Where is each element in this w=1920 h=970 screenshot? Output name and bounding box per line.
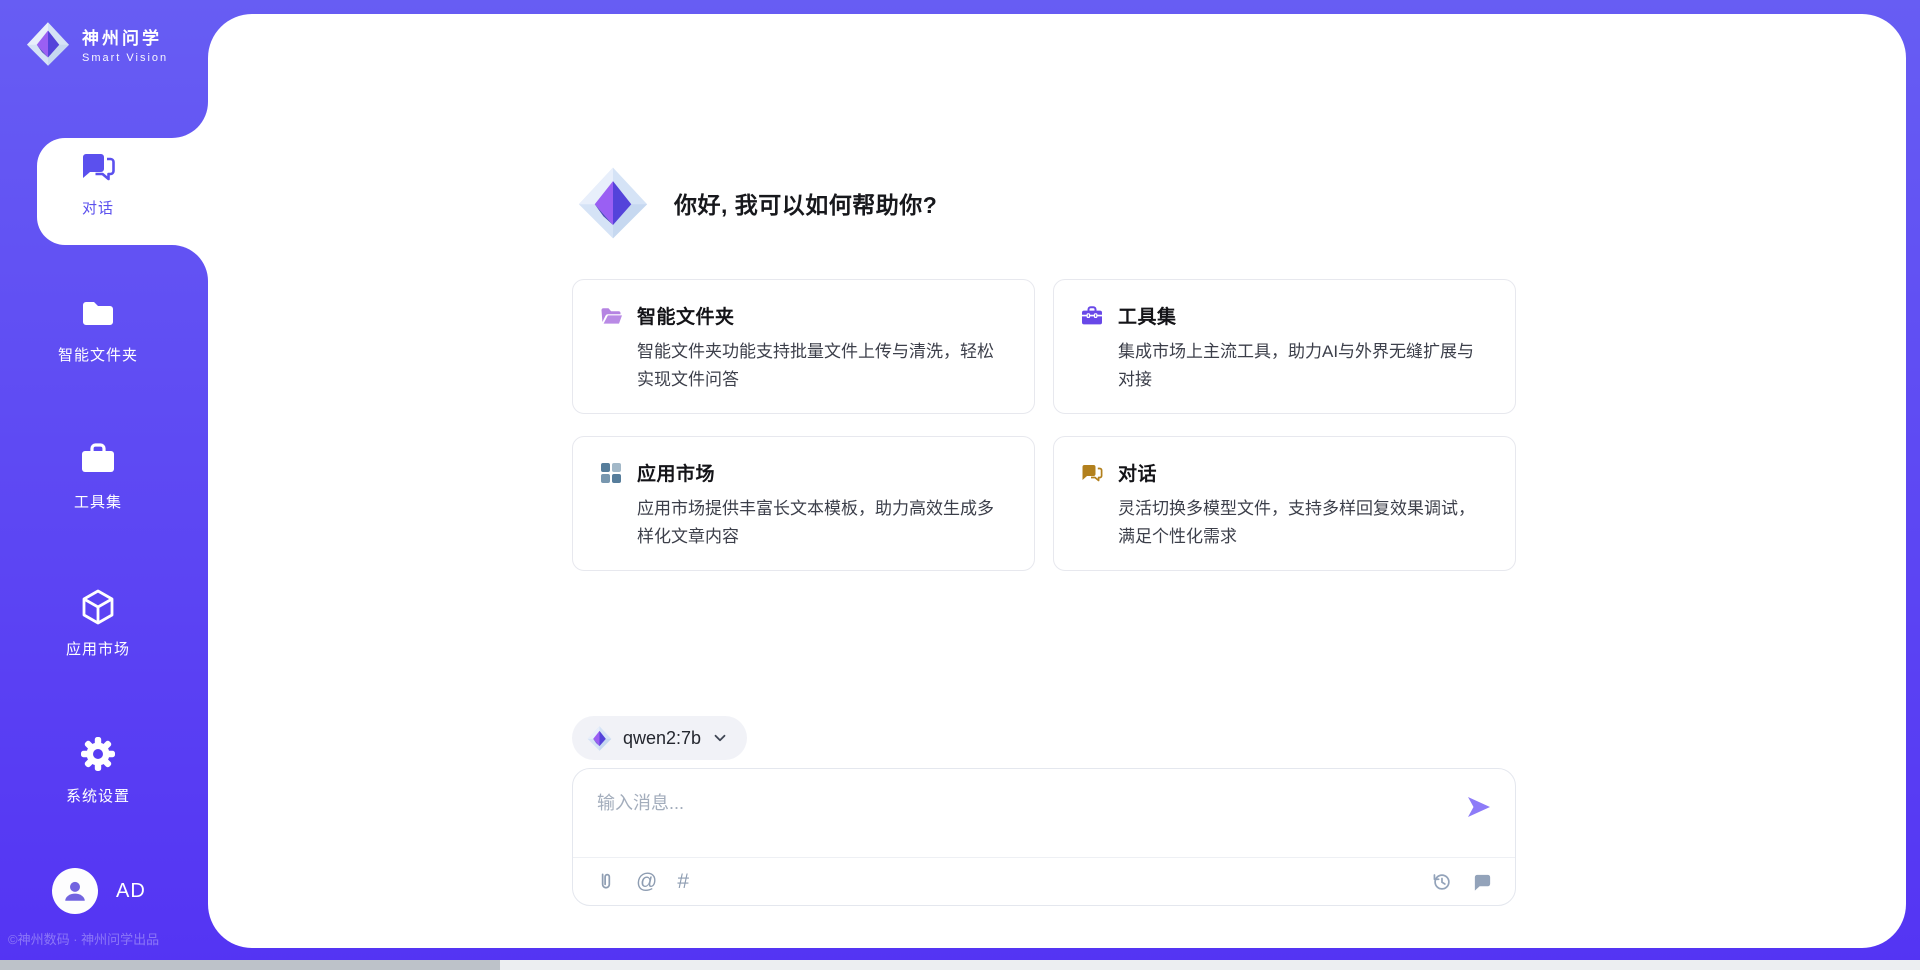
model-selector[interactable]: qwen2:7b [572, 716, 747, 760]
composer-toolbar-left: @ # [595, 871, 689, 892]
feedback-button[interactable] [1472, 871, 1493, 892]
greeting: 你好, 我可以如何帮助你? [574, 164, 937, 242]
card-description: 灵活切换多模型文件，支持多样回复效果调试，满足个性化需求 [1118, 495, 1491, 550]
feature-cards: 智能文件夹 智能文件夹功能支持批量文件上传与清洗，轻松实现文件问答 工具集 集成… [572, 279, 1516, 571]
card-description: 智能文件夹功能支持批量文件上传与清洗，轻松实现文件问答 [637, 338, 1010, 393]
cube-icon [78, 587, 118, 627]
mention-icon: @ [636, 871, 657, 892]
assistant-diamond-icon [574, 164, 652, 242]
brand-subtitle: Smart Vision [82, 52, 168, 64]
card-header: 工具集 [1080, 302, 1491, 329]
brand-name: 神州问学 [82, 24, 168, 49]
person-icon [62, 878, 88, 904]
chat-icon [78, 146, 118, 186]
card-title: 工具集 [1118, 302, 1177, 329]
composer-toolbar-right [1431, 871, 1493, 892]
hash-icon: # [677, 871, 689, 892]
app-root: { "brand": { "name": "神州问学", "subtitle":… [0, 0, 1920, 970]
scrollbar-thumb[interactable] [0, 960, 500, 970]
mention-button[interactable]: @ [636, 871, 657, 892]
gear-icon [78, 734, 118, 774]
brand-diamond-icon [24, 20, 72, 68]
grid-icon [599, 461, 623, 485]
card-app-market[interactable]: 应用市场 应用市场提供丰富长文本模板，助力高效生成多样化文章内容 [572, 436, 1035, 571]
hash-button[interactable]: # [677, 871, 689, 892]
send-button[interactable] [1465, 793, 1493, 821]
composer-input-area [573, 769, 1515, 857]
card-smart-folder[interactable]: 智能文件夹 智能文件夹功能支持批量文件上传与清洗，轻松实现文件问答 [572, 279, 1035, 414]
sidebar-item-chat[interactable]: 对话 [0, 108, 196, 255]
send-icon [1465, 793, 1493, 821]
card-description: 应用市场提供丰富长文本模板，助力高效生成多样化文章内容 [637, 495, 1010, 550]
folder-open-icon [599, 304, 623, 328]
sidebar-nav: 对话 智能文件夹 工具集 应用市场 [0, 108, 196, 843]
card-header: 对话 [1080, 459, 1491, 486]
history-icon [1431, 871, 1452, 892]
sidebar-item-label: 应用市场 [66, 638, 130, 659]
composer: @ # [572, 768, 1516, 906]
sidebar-item-toolset[interactable]: 工具集 [0, 402, 196, 549]
brand-logo: 神州问学 Smart Vision [24, 20, 168, 68]
toolbox-icon [1080, 304, 1104, 328]
sidebar: 神州问学 Smart Vision 对话 智能文件夹 工具集 [0, 0, 208, 970]
sidebar-item-app-market[interactable]: 应用市场 [0, 549, 196, 696]
card-chat[interactable]: 对话 灵活切换多模型文件，支持多样回复效果调试，满足个性化需求 [1053, 436, 1516, 571]
card-description: 集成市场上主流工具，助力AI与外界无缝扩展与对接 [1118, 338, 1491, 393]
toolbox-icon [78, 440, 118, 480]
avatar[interactable] [52, 868, 98, 914]
card-header: 应用市场 [599, 459, 1010, 486]
model-name: qwen2:7b [623, 728, 701, 749]
sidebar-item-label: 对话 [82, 197, 114, 218]
brand-text: 神州问学 Smart Vision [82, 24, 168, 64]
horizontal-scrollbar[interactable] [0, 960, 1920, 970]
sidebar-item-label: 智能文件夹 [58, 344, 138, 365]
user-profile[interactable]: AD [52, 868, 146, 914]
main-panel: 你好, 我可以如何帮助你? 智能文件夹 智能文件夹功能支持批量文件上传与清洗，轻… [208, 14, 1906, 948]
message-input[interactable] [573, 769, 1515, 857]
card-toolset[interactable]: 工具集 集成市场上主流工具，助力AI与外界无缝扩展与对接 [1053, 279, 1516, 414]
attachment-button[interactable] [595, 871, 616, 892]
attachment-icon [595, 871, 616, 892]
card-title: 对话 [1118, 459, 1157, 486]
card-header: 智能文件夹 [599, 302, 1010, 329]
card-title: 智能文件夹 [637, 302, 735, 329]
chevron-down-icon [711, 729, 729, 747]
composer-toolbar: @ # [573, 857, 1515, 905]
chat-bubbles-icon [1080, 461, 1104, 485]
folder-icon [78, 293, 118, 333]
greeting-text: 你好, 我可以如何帮助你? [674, 186, 937, 220]
sidebar-item-label: 工具集 [74, 491, 122, 512]
sidebar-item-smart-folder[interactable]: 智能文件夹 [0, 255, 196, 402]
history-button[interactable] [1431, 871, 1452, 892]
sidebar-item-label: 系统设置 [66, 785, 130, 806]
feedback-icon [1472, 871, 1493, 892]
user-initials: AD [116, 880, 146, 903]
sidebar-item-settings[interactable]: 系统设置 [0, 696, 196, 843]
model-diamond-icon [586, 725, 613, 752]
card-title: 应用市场 [637, 459, 715, 486]
sidebar-footer: ©神州数码 · 神州问学出品 [8, 929, 208, 948]
